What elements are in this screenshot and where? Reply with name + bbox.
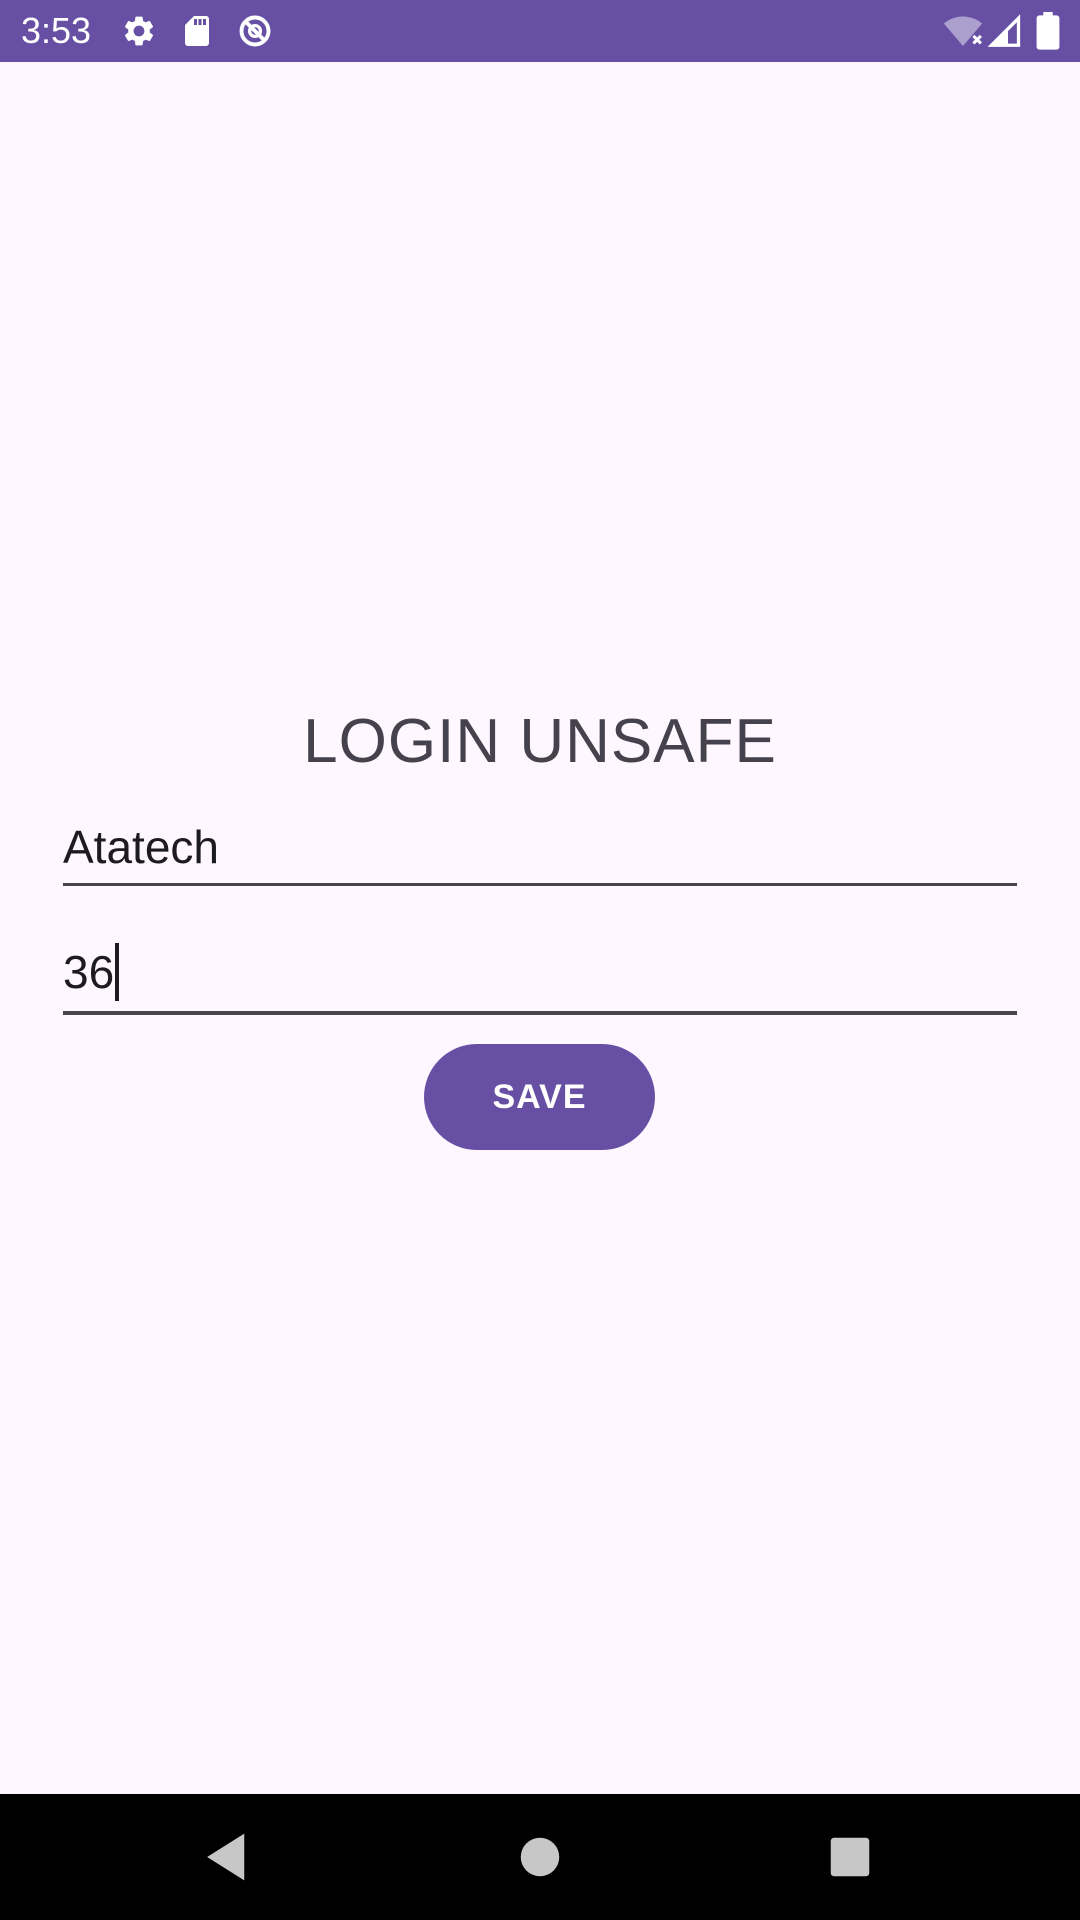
password-underline	[63, 1011, 1017, 1015]
battery-full-icon	[1035, 12, 1061, 50]
settings-gear-icon	[121, 13, 157, 49]
app-screen: 3:53 LOGIN UNSAFE Atatech 36 SAVE	[0, 0, 1080, 1920]
status-time: 3:53	[21, 10, 92, 51]
status-bar: 3:53	[0, 0, 1080, 62]
recents-square-icon[interactable]	[817, 1824, 883, 1890]
back-triangle-icon[interactable]	[192, 1824, 258, 1890]
wifi-off-icon	[943, 11, 983, 51]
sd-card-icon	[179, 13, 215, 49]
no-entry-circle-icon	[237, 13, 273, 49]
username-field[interactable]	[63, 815, 1017, 879]
home-circle-icon[interactable]	[507, 1824, 573, 1890]
save-button[interactable]: SAVE	[424, 1044, 655, 1150]
cell-signal-icon	[987, 13, 1023, 49]
password-field-value: 36	[63, 946, 115, 998]
navigation-bar	[0, 1794, 1080, 1920]
page-title: LOGIN UNSAFE	[303, 707, 777, 776]
username-underline	[63, 883, 1017, 886]
text-cursor	[115, 943, 120, 1001]
password-field[interactable]: 36	[63, 940, 1017, 1004]
